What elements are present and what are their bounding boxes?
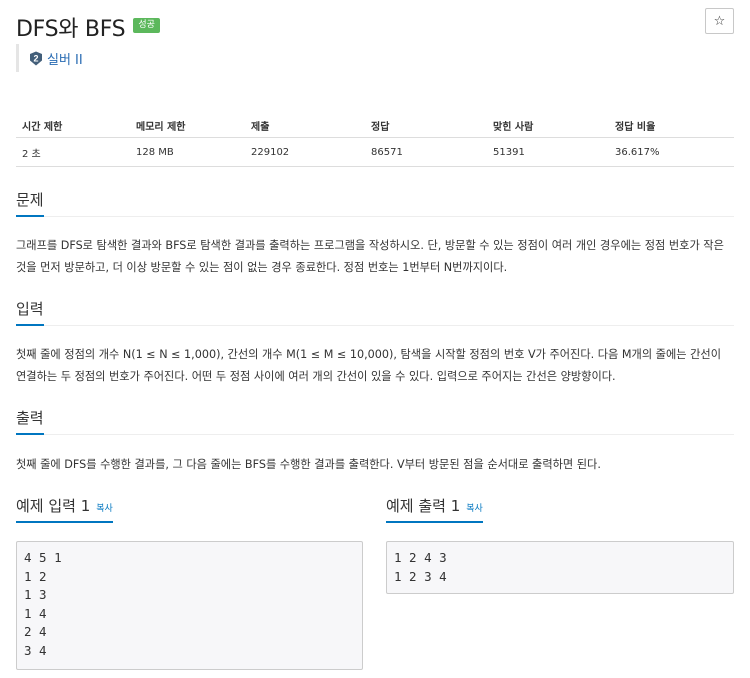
sample-input-heading: 예제 입력 1 복사 xyxy=(16,494,113,523)
submissions-value[interactable]: 229102 xyxy=(245,137,365,167)
header-time-limit: 시간 제한 xyxy=(16,113,130,138)
header-accepted: 정답 xyxy=(365,113,487,138)
star-button[interactable]: ☆ xyxy=(705,8,734,34)
tier-silver-icon: 2 xyxy=(30,51,42,65)
page-title: DFS와 BFS xyxy=(16,17,126,42)
output-heading: 출력 xyxy=(16,406,44,435)
sample-input-header: 예제 입력 1 복사 xyxy=(16,494,363,523)
solved-users-value[interactable]: 51391 xyxy=(487,137,609,167)
problem-info-table: 시간 제한 메모리 제한 제출 정답 맞힌 사람 정답 비율 2 초 128 M… xyxy=(16,113,734,167)
copy-sample-output-button[interactable]: 복사 xyxy=(466,504,483,514)
tier-label: 실버 II xyxy=(47,52,83,68)
title-row: DFS와 BFS 성공 xyxy=(16,10,160,44)
sample-output-heading: 예제 출력 1 복사 xyxy=(386,494,483,523)
memory-limit-value: 128 MB xyxy=(130,137,245,167)
copy-sample-input-button[interactable]: 복사 xyxy=(96,504,113,514)
output-description: 첫째 줄에 DFS를 수행한 결과를, 그 다음 줄에는 BFS를 수행한 결과… xyxy=(16,458,601,471)
output-section-header: 출력 xyxy=(16,406,734,435)
star-icon: ☆ xyxy=(713,13,726,29)
sample-input-box[interactable]: 4 5 1 1 2 1 3 1 4 2 4 3 4 xyxy=(16,541,363,670)
header-memory-limit: 메모리 제한 xyxy=(130,113,245,138)
input-section-header: 입력 xyxy=(16,297,734,326)
status-badge: 성공 xyxy=(133,17,160,33)
sample-output-header: 예제 출력 1 복사 xyxy=(386,494,734,523)
table-row: 2 초 128 MB 229102 86571 51391 36.617% xyxy=(16,137,734,167)
problem-heading: 문제 xyxy=(16,188,44,217)
problem-section-header: 문제 xyxy=(16,188,734,217)
table-header-row: 시간 제한 메모리 제한 제출 정답 맞힌 사람 정답 비율 xyxy=(16,113,734,138)
sample-output-box[interactable]: 1 2 4 3 1 2 3 4 xyxy=(386,541,734,594)
time-limit-value: 2 초 xyxy=(16,137,130,167)
accept-ratio-value: 36.617% xyxy=(609,137,734,167)
problem-description: 그래프를 DFS로 탐색한 결과와 BFS로 탐색한 결과를 출력하는 프로그램… xyxy=(16,239,724,274)
header-submissions: 제출 xyxy=(245,113,365,138)
svg-text:2: 2 xyxy=(33,53,38,63)
header-solved-users: 맞힌 사람 xyxy=(487,113,609,138)
accepted-value[interactable]: 86571 xyxy=(365,137,487,167)
tier-indicator[interactable]: 2 실버 II xyxy=(16,44,83,72)
input-description: 첫째 줄에 정점의 개수 N(1 ≤ N ≤ 1,000), 간선의 개수 M(… xyxy=(16,348,721,383)
header-accept-ratio: 정답 비율 xyxy=(609,113,734,138)
input-heading: 입력 xyxy=(16,297,44,326)
